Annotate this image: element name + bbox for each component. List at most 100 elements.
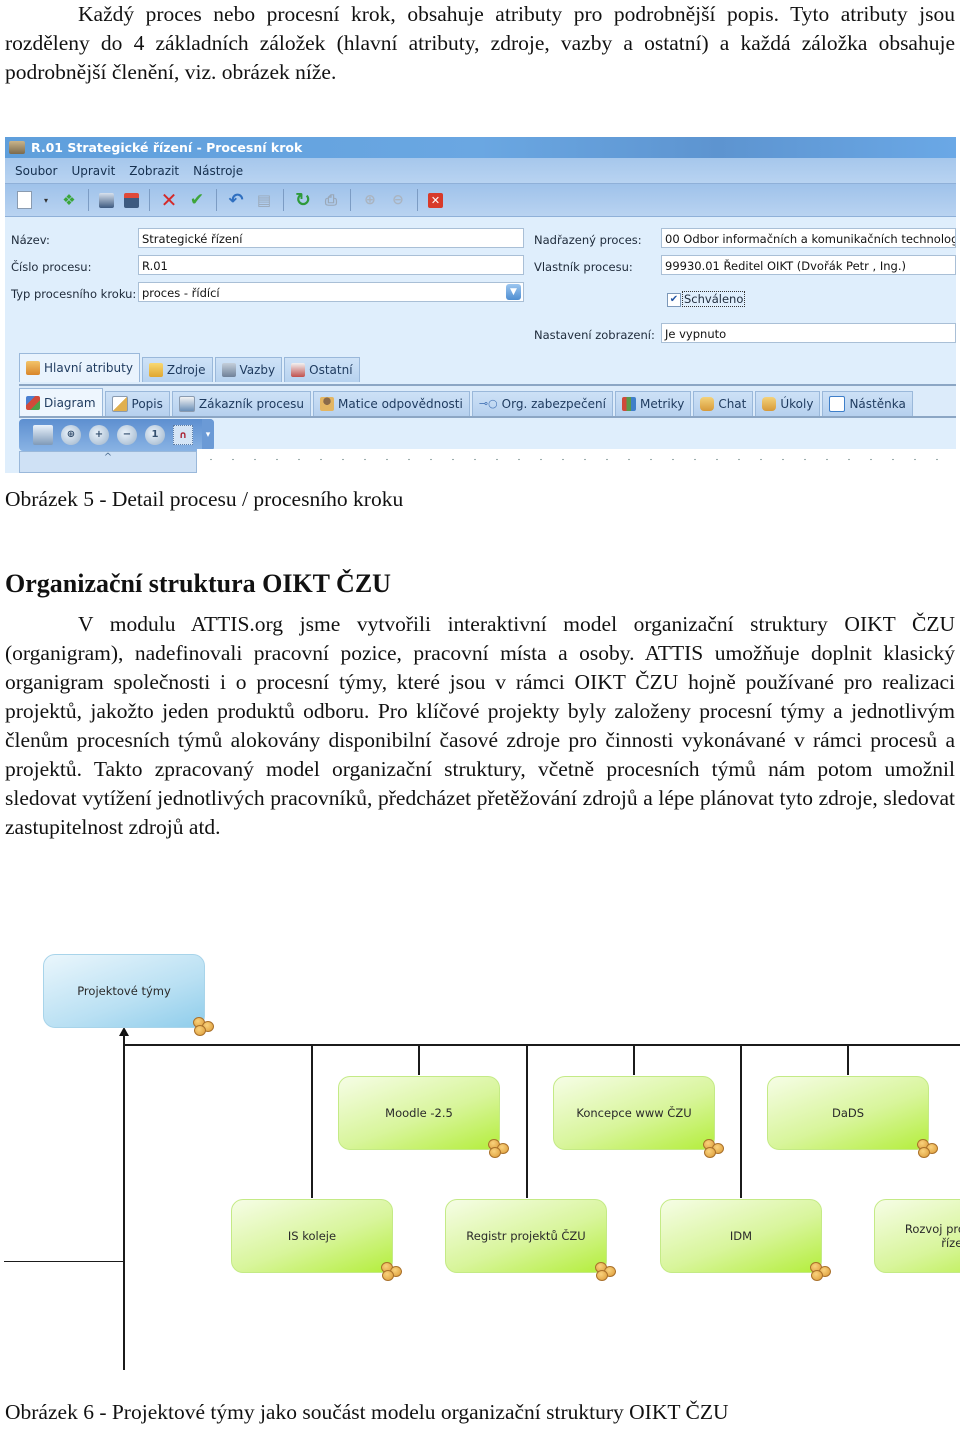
tab-process-customer[interactable]: Zákazník procesu [171, 391, 312, 416]
node-label: Projektové týmy [77, 984, 171, 998]
delete-icon[interactable]: ✕ [160, 188, 178, 212]
parent-process-input[interactable]: 00 Odbor informačních a komunikačních te… [661, 228, 956, 248]
toolbar-separator [283, 189, 284, 211]
tab-board[interactable]: Nástěnka [822, 391, 913, 416]
approved-checkbox[interactable]: ✔ [667, 293, 681, 307]
node-team[interactable]: Registr projektů ČZU [445, 1199, 607, 1273]
name-label: Název: [11, 233, 50, 247]
display-settings-input[interactable]: Je vypnuto [661, 323, 956, 343]
save-icon[interactable] [33, 425, 53, 445]
main-tab-bar: Hlavní atributy Zdroje Vazby Ostatní [19, 353, 362, 382]
key-icon: ⊸○ [478, 397, 498, 410]
chat-icon [700, 397, 715, 411]
chevron-up-icon: ^ [103, 452, 113, 463]
save-icon[interactable] [99, 192, 114, 208]
zoom-in-icon[interactable]: + [89, 425, 109, 445]
dropdown-arrow-icon[interactable]: ▾ [42, 191, 50, 209]
undo-icon[interactable]: ↶ [227, 190, 245, 211]
step-type-select[interactable]: proces - řídící ▼ [138, 282, 524, 302]
process-owner-input[interactable]: 99930.01 Ředitel OIKT (Dvořák Petr , Ing… [661, 255, 956, 275]
copy-process-icon[interactable]: ❖ [60, 191, 78, 209]
diagram-canvas[interactable] [197, 449, 956, 473]
zoom-fit-icon[interactable]: ⊕ [61, 425, 81, 445]
vertical-trunk-line [123, 1032, 125, 1370]
section-heading: Organizační struktura OIKT ČZU [5, 569, 391, 598]
sub-tab-bar: Diagram Popis Zákazník procesu Matice od… [19, 384, 956, 418]
menu-nastroje[interactable]: Nástroje [193, 164, 243, 178]
tab-resources[interactable]: Zdroje [141, 357, 213, 382]
approved-label[interactable]: Schváleno [682, 291, 746, 307]
figure5-caption: Obrázek 5 - Detail procesu / procesního … [5, 487, 404, 511]
links-icon [221, 363, 236, 377]
node-team[interactable]: Rozvoj procesního řízení [874, 1199, 960, 1273]
tab-label: Vazby [239, 363, 276, 377]
tab-other[interactable]: Ostatní [284, 357, 360, 382]
tab-label: Zákazník procesu [198, 397, 305, 411]
node-root[interactable]: Projektové týmy [43, 954, 205, 1028]
refresh-icon[interactable]: ↻ [294, 189, 312, 211]
chevron-down-icon[interactable]: ▼ [506, 284, 521, 300]
team-icon [917, 1139, 939, 1159]
menu-zobrazit[interactable]: Zobrazit [129, 164, 179, 178]
save-and-close-icon[interactable] [124, 192, 139, 208]
display-settings-label: Nastavení zobrazení: [534, 328, 655, 342]
confirm-icon[interactable]: ✔ [188, 190, 206, 210]
preview-icon[interactable]: ▤ [255, 191, 273, 209]
print-icon[interactable]: ⎙ [322, 191, 340, 209]
tab-label: Nástěnka [849, 397, 906, 411]
tab-description[interactable]: Popis [104, 391, 170, 416]
up-icon[interactable]: ⊕ [361, 191, 379, 209]
node-label: Moodle -2.5 [385, 1106, 453, 1120]
board-icon [829, 396, 846, 412]
team-icon [810, 1262, 832, 1282]
tab-metrics[interactable]: Metriky [614, 391, 692, 416]
tab-label: Diagram [44, 395, 96, 410]
menu-bar: Soubor Upravit Zobrazit Nástroje [5, 158, 956, 184]
process-number-label: Číslo procesu: [11, 260, 92, 274]
window-titlebar: R.01 Strategické řízení - Procesní krok [5, 137, 956, 158]
parent-process-label: Nadřazený proces: [534, 233, 642, 247]
tab-tasks[interactable]: Úkoly [755, 391, 821, 416]
zoom-reset-icon[interactable]: 1 [145, 425, 165, 445]
folder-icon [148, 363, 163, 377]
node-team[interactable]: Koncepce www ČZU [553, 1076, 715, 1150]
tab-links[interactable]: Vazby [214, 357, 283, 382]
node-team[interactable]: IDM [660, 1199, 822, 1273]
tab-chat[interactable]: Chat [693, 391, 754, 416]
menu-soubor[interactable]: Soubor [15, 164, 57, 178]
node-team[interactable]: IS koleje [231, 1199, 393, 1273]
collapse-panel-button[interactable]: ^ [19, 451, 197, 473]
chevron-down-icon[interactable]: ▾ [202, 419, 214, 451]
node-label: DaDS [831, 1106, 865, 1120]
menu-upravit[interactable]: Upravit [71, 164, 115, 178]
connector-idm [740, 1045, 742, 1198]
zoom-out-icon[interactable]: − [117, 425, 137, 445]
section-paragraph: V modulu ATTIS.org jsme vytvořili intera… [5, 610, 955, 842]
tab-diagram[interactable]: Diagram [19, 388, 103, 416]
person-icon [320, 397, 335, 411]
tab-main-attributes[interactable]: Hlavní atributy [19, 353, 140, 382]
connector-dads [847, 1045, 849, 1075]
process-detail-window: R.01 Strategické řízení - Procesní krok … [5, 137, 956, 473]
intro-text: Každý proces nebo procesní krok, obsahuj… [5, 2, 955, 84]
process-form: Název: Strategické řízení Číslo procesu:… [5, 217, 956, 347]
tab-label: Metriky [639, 397, 685, 411]
tab-responsibility-matrix[interactable]: Matice odpovědnosti [313, 391, 470, 416]
new-document-icon[interactable] [17, 191, 32, 209]
node-label: IDM [729, 1229, 753, 1243]
toolbar-separator [216, 189, 217, 211]
edit-icon [111, 396, 128, 412]
node-team[interactable]: DaDS [767, 1076, 929, 1150]
down-icon[interactable]: ⊖ [389, 191, 407, 209]
section-text: V modulu ATTIS.org jsme vytvořili intera… [5, 612, 955, 839]
close-window-icon[interactable]: ✕ [428, 192, 443, 208]
node-label: Registr projektů ČZU [466, 1229, 586, 1243]
tab-org-security[interactable]: ⊸○ Org. zabezpečení [471, 391, 613, 416]
grid-magnet-icon[interactable]: ∩ [173, 425, 193, 445]
process-number-input[interactable]: R.01 [138, 255, 524, 275]
left-branch-line [4, 1261, 124, 1262]
name-input[interactable]: Strategické řízení [138, 228, 524, 248]
tab-label: Org. zabezpečení [501, 397, 606, 411]
node-team[interactable]: Moodle -2.5 [338, 1076, 500, 1150]
node-label: Koncepce www ČZU [576, 1106, 692, 1120]
